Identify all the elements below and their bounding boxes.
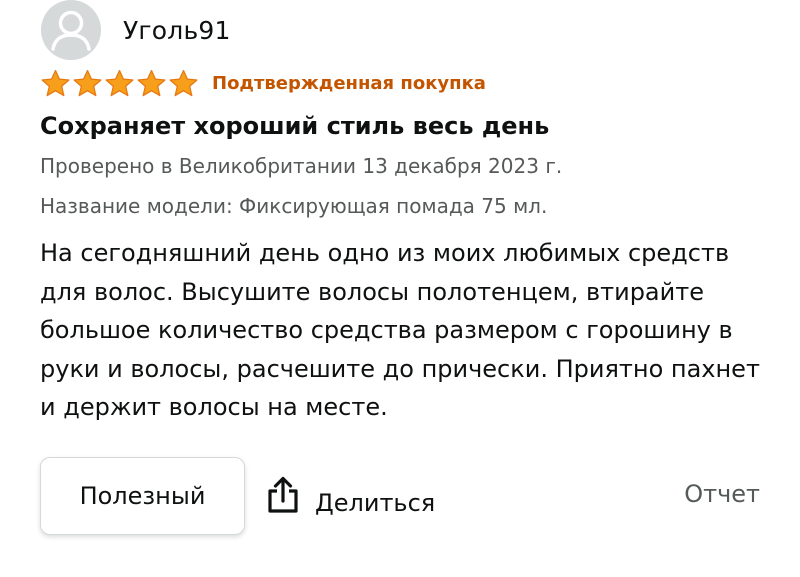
share-button[interactable]: Делиться <box>266 474 435 520</box>
star-icon <box>137 69 166 96</box>
share-label: Делиться <box>315 489 436 517</box>
helpful-button[interactable]: Полезный <box>40 457 245 535</box>
star-icon <box>41 69 70 96</box>
review-card: Уголь91 Подтвержденная покупка Сохраняет… <box>0 0 800 577</box>
reviewer-header: Уголь91 <box>41 0 231 60</box>
default-user-icon[interactable] <box>41 0 101 60</box>
rating-row: Подтвержденная покупка <box>40 68 486 98</box>
product-model: Название модели: Фиксирующая помада 75 м… <box>40 194 548 218</box>
star-rating[interactable] <box>40 69 200 98</box>
review-date: Проверено в Великобритании 13 декабря 20… <box>40 154 563 178</box>
star-icon <box>73 69 102 96</box>
report-link[interactable]: Отчет <box>684 480 760 508</box>
verified-purchase-badge: Подтвержденная покупка <box>212 72 486 94</box>
reviewer-name[interactable]: Уголь91 <box>123 16 231 45</box>
star-icon <box>169 69 198 96</box>
review-title[interactable]: Сохраняет хороший стиль весь день <box>40 112 549 140</box>
review-body: На сегодняшний день одно из моих любимых… <box>40 239 760 421</box>
star-icon <box>105 69 134 96</box>
share-icon <box>266 476 300 518</box>
